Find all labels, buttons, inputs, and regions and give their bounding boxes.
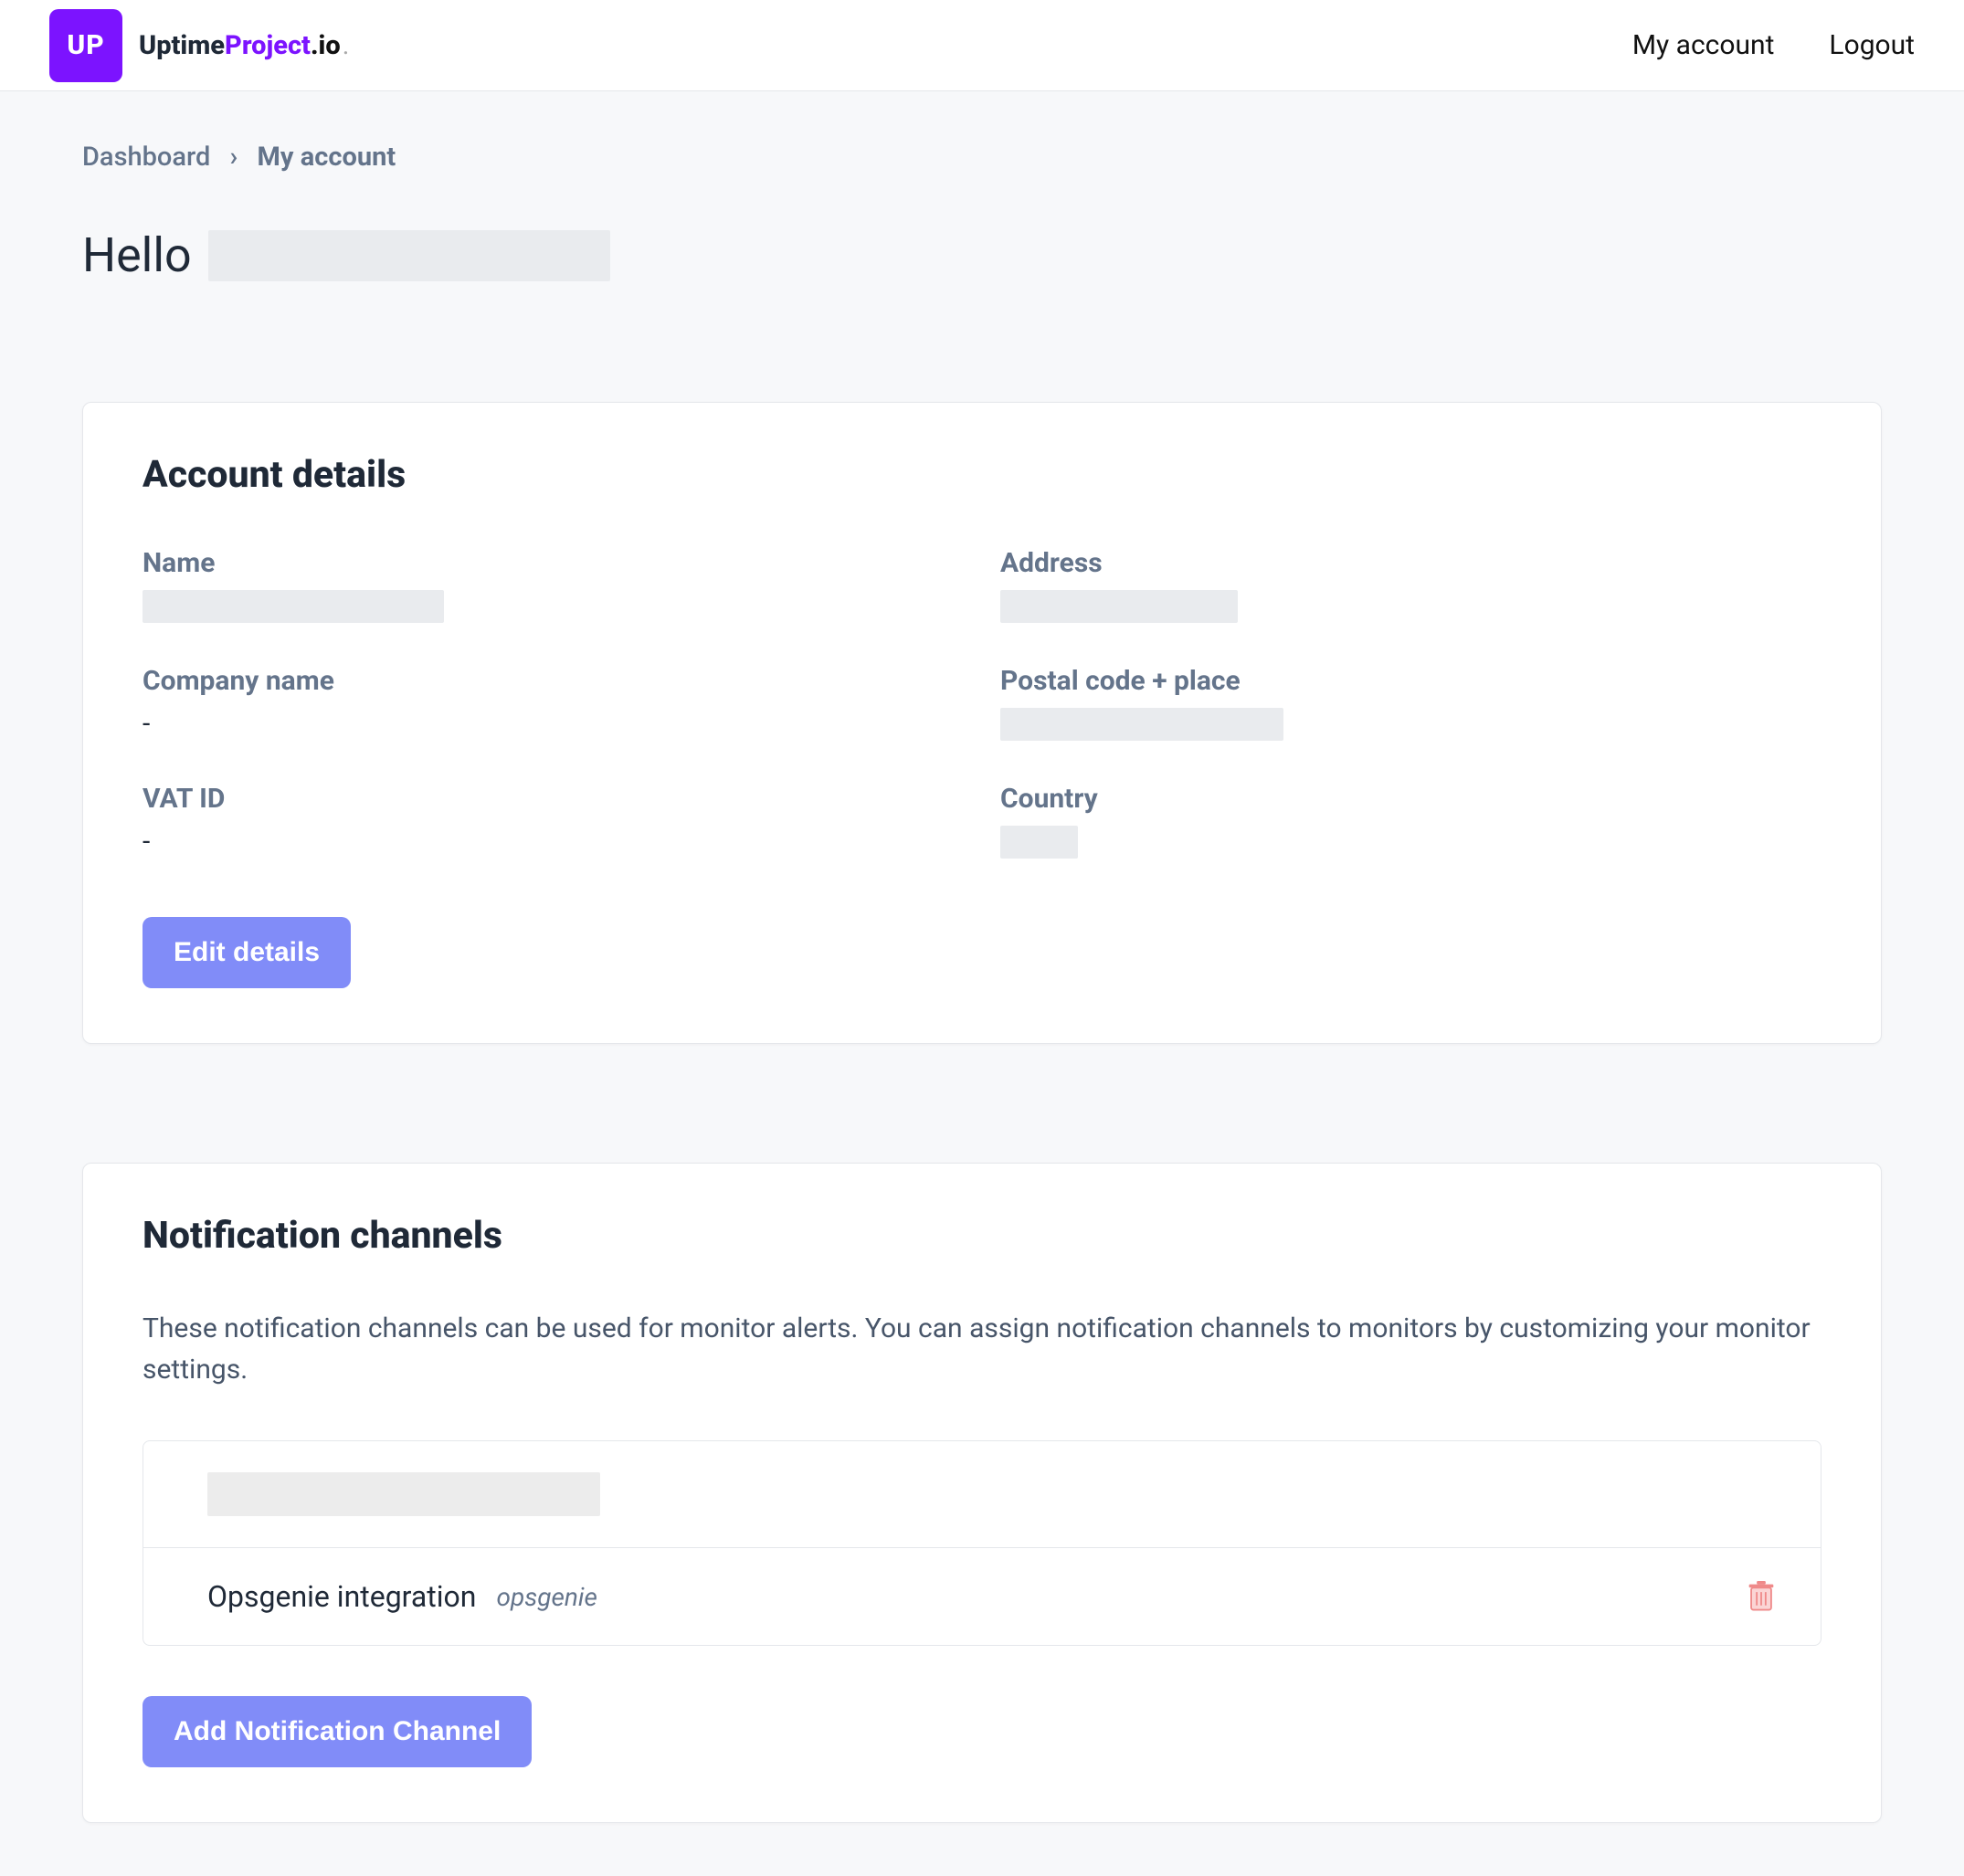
label-vat: VAT ID — [143, 783, 964, 815]
account-details-grid: Name Address Company name - Postal code … — [143, 547, 1821, 862]
trash-icon[interactable] — [1748, 1581, 1775, 1612]
notification-description: These notification channels can be used … — [143, 1308, 1821, 1390]
account-details-card: Account details Name Address Company nam… — [82, 402, 1882, 1044]
breadcrumb-current: My account — [258, 142, 396, 173]
field-name: Name — [143, 547, 964, 627]
nav-my-account[interactable]: My account — [1632, 29, 1775, 61]
edit-details-button[interactable]: Edit details — [143, 917, 351, 988]
field-country: Country — [1000, 783, 1821, 862]
account-details-title: Account details — [143, 453, 1821, 497]
channel-name-redacted — [207, 1472, 600, 1516]
channel-list: Opsgenie integration opsgenie — [143, 1440, 1821, 1646]
field-address: Address — [1000, 547, 1821, 627]
hello-row: Hello — [0, 173, 1964, 283]
breadcrumb: Dashboard › My account — [0, 91, 1964, 173]
logo-dot: . — [343, 30, 350, 61]
value-vat: - — [143, 826, 964, 858]
logo-text: UptimeProject.io. — [139, 30, 349, 61]
breadcrumb-sep: › — [230, 142, 238, 173]
label-postal: Postal code + place — [1000, 665, 1821, 697]
value-address-redacted — [1000, 590, 1238, 623]
value-company: - — [143, 708, 964, 740]
logo[interactable]: UP UptimeProject.io. — [49, 9, 349, 82]
hello-name-redacted — [208, 230, 610, 281]
notification-channels-title: Notification channels — [143, 1214, 1821, 1258]
add-notification-channel-button[interactable]: Add Notification Channel — [143, 1696, 532, 1767]
channel-name: Opsgenie integration — [207, 1579, 476, 1614]
channel-row: Opsgenie integration opsgenie — [143, 1547, 1821, 1645]
logo-part1: Uptime — [139, 30, 225, 61]
label-address: Address — [1000, 547, 1821, 579]
topbar: UP UptimeProject.io. My account Logout — [0, 0, 1964, 91]
field-postal: Postal code + place — [1000, 665, 1821, 744]
value-postal-redacted — [1000, 708, 1283, 741]
field-company: Company name - — [143, 665, 964, 744]
value-country-redacted — [1000, 826, 1078, 859]
label-company: Company name — [143, 665, 964, 697]
field-vat: VAT ID - — [143, 783, 964, 862]
notification-channels-card: Notification channels These notification… — [82, 1163, 1882, 1823]
nav-logout[interactable]: Logout — [1829, 29, 1915, 61]
logo-badge: UP — [49, 9, 122, 82]
label-name: Name — [143, 547, 964, 579]
label-country: Country — [1000, 783, 1821, 815]
breadcrumb-dashboard[interactable]: Dashboard — [82, 142, 210, 173]
channel-row — [143, 1441, 1821, 1547]
logo-part2: Project — [225, 30, 311, 61]
value-name-redacted — [143, 590, 444, 623]
channel-type: opsgenie — [496, 1582, 597, 1612]
top-nav: My account Logout — [1632, 29, 1915, 61]
page-title: Hello — [82, 227, 192, 283]
logo-part3: .io — [311, 30, 341, 61]
